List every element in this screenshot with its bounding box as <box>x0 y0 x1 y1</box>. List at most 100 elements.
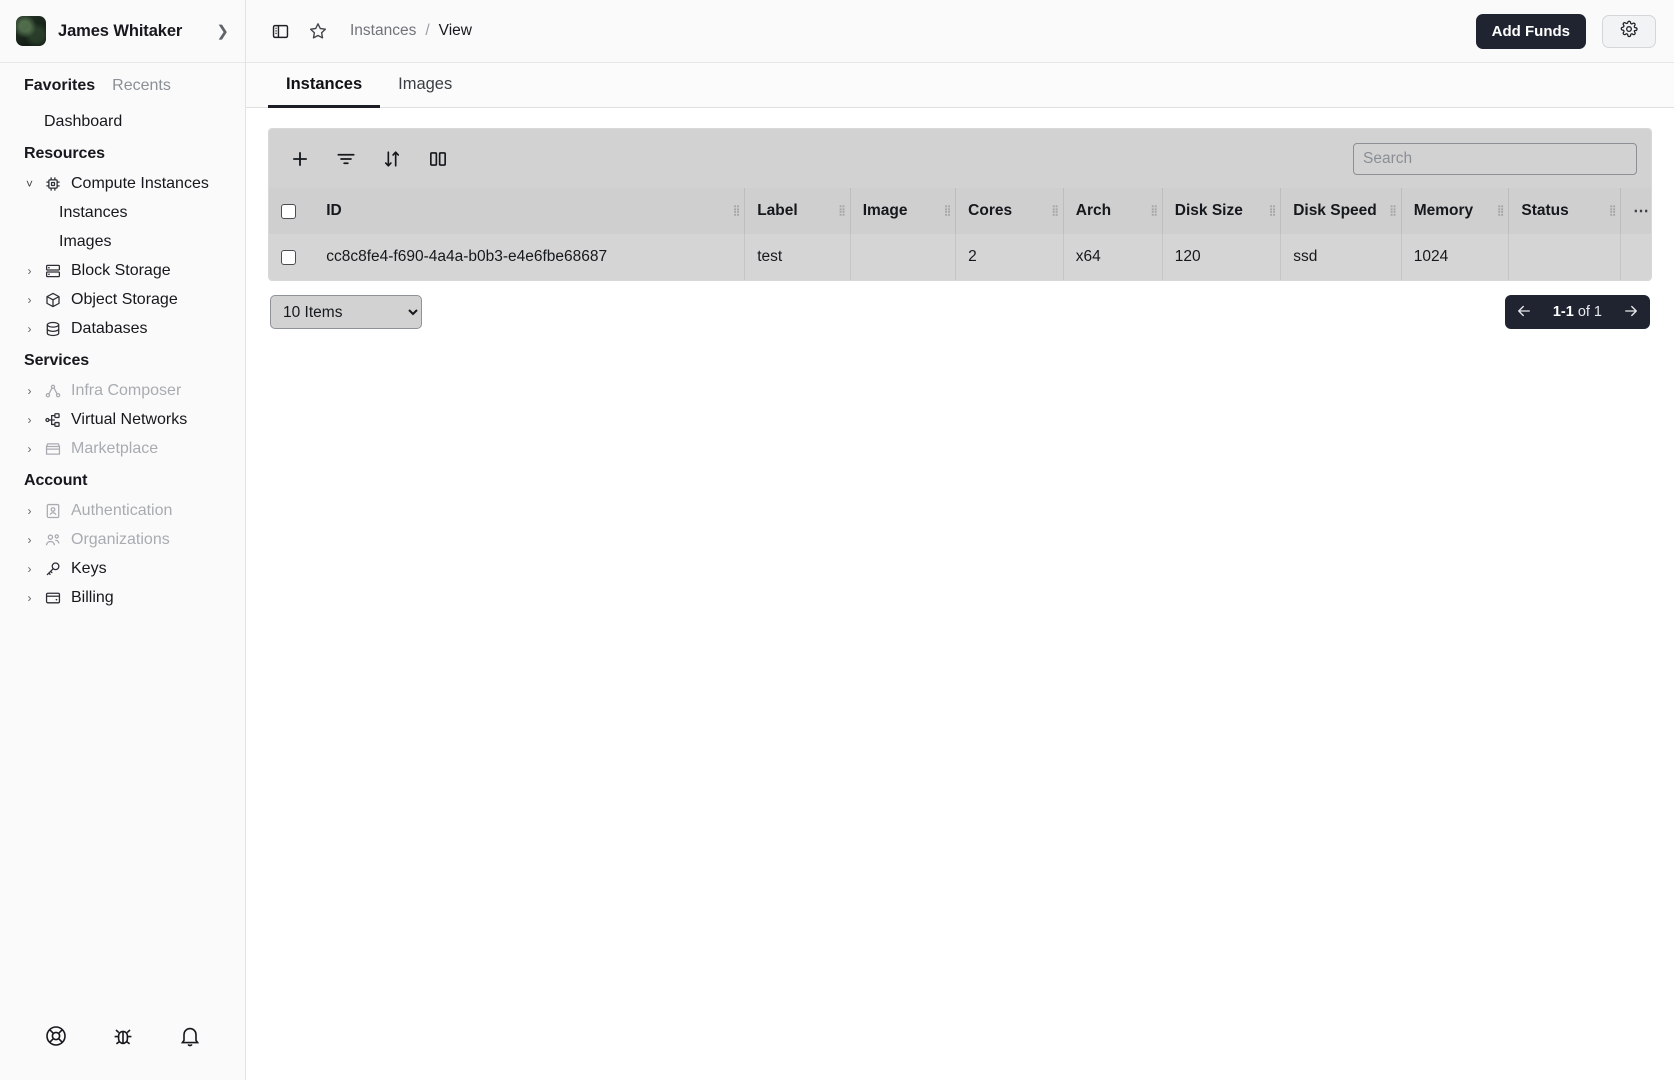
cell-status <box>1509 234 1621 280</box>
content-area: ID⣿ Label⣿ Image⣿ Cores ⣿ Arch⣿ Disk Size… <box>246 108 1674 1080</box>
chevron-right-icon[interactable]: › <box>24 592 35 604</box>
resize-grip[interactable]: ⣿ <box>733 208 739 215</box>
sidebar-item-keys[interactable]: › Keys <box>0 554 245 583</box>
instances-panel: ID⣿ Label⣿ Image⣿ Cores ⣿ Arch⣿ Disk Size… <box>268 128 1652 281</box>
sidebar-item-label: Compute Instances <box>71 175 209 193</box>
storefront-icon <box>44 440 62 458</box>
sort-icon[interactable] <box>377 144 407 174</box>
chevron-right-icon[interactable]: › <box>24 414 35 426</box>
resize-grip[interactable]: ⣿ <box>1150 208 1156 215</box>
column-header-disk-speed[interactable]: Disk Speed ⣿ <box>1281 188 1402 234</box>
gear-icon <box>1620 20 1638 43</box>
sidebar-filter-tabs: Favorites Recents <box>0 77 245 95</box>
tab-favorites[interactable]: Favorites <box>24 77 95 95</box>
row-checkbox[interactable] <box>281 250 296 265</box>
column-header-status[interactable]: Status ⣿ <box>1509 188 1621 234</box>
chevron-right-icon[interactable]: › <box>24 265 35 277</box>
resize-grip[interactable]: ⣿ <box>944 208 950 215</box>
cell-label: test <box>745 234 850 280</box>
select-all-checkbox[interactable] <box>281 204 296 219</box>
cell-overflow <box>1621 234 1651 280</box>
star-icon[interactable] <box>304 17 332 45</box>
column-header-disk-size[interactable]: Disk Size⣿ <box>1162 188 1280 234</box>
search-input[interactable] <box>1353 143 1637 175</box>
page-size-select[interactable]: 10 Items 25 Items 50 Items 100 Items <box>270 295 422 329</box>
page-range-label: 1-1 of 1 <box>1543 304 1612 320</box>
sidebar-subitem-label: Instances <box>59 204 127 222</box>
column-header-cores[interactable]: Cores ⣿ <box>956 188 1064 234</box>
sidebar-subitem-images[interactable]: Images <box>0 227 245 256</box>
sidebar-item-databases[interactable]: › Databases <box>0 314 245 343</box>
sidebar-user-header[interactable]: James Whitaker ❯ <box>0 0 245 63</box>
sidebar: James Whitaker ❯ Favorites Recents Dashb… <box>0 0 246 1080</box>
sidebar-item-object-storage[interactable]: › Object Storage <box>0 285 245 314</box>
chevron-right-icon: › <box>24 443 35 455</box>
resize-grip[interactable]: ⣿ <box>1389 208 1395 215</box>
sidebar-item-billing[interactable]: › Billing <box>0 583 245 612</box>
header-label: Memory <box>1414 202 1473 219</box>
breadcrumb-current: View <box>439 22 472 40</box>
next-page-button[interactable] <box>1612 295 1650 329</box>
table-row[interactable]: cc8c8fe4-f690-4a4a-b0b3-e4e6fbe68687 tes… <box>269 234 1651 280</box>
header-label: Cores <box>968 202 1012 219</box>
sidebar-subitem-label: Images <box>59 233 111 251</box>
prev-page-button[interactable] <box>1505 295 1543 329</box>
chevron-right-icon: › <box>24 385 35 397</box>
column-header-memory[interactable]: Memory ⣿ <box>1401 188 1509 234</box>
network-nodes-icon <box>44 382 62 400</box>
header-label: Status <box>1521 202 1568 219</box>
key-icon <box>44 560 62 578</box>
tab-images[interactable]: Images <box>380 63 470 108</box>
sidebar-item-label: Infra Composer <box>71 382 181 400</box>
header-label: Disk Speed <box>1293 202 1377 219</box>
add-funds-button[interactable]: Add Funds <box>1476 14 1586 49</box>
row-select-cell <box>269 234 314 280</box>
resize-grip[interactable]: ⣿ <box>838 208 844 215</box>
chevron-right-icon[interactable]: › <box>24 294 35 306</box>
resize-grip[interactable]: ⣿ <box>1051 208 1057 215</box>
bug-icon[interactable] <box>111 1024 135 1048</box>
table-header: ID⣿ Label⣿ Image⣿ Cores ⣿ Arch⣿ Disk Size… <box>269 188 1651 234</box>
resize-grip[interactable]: ⣿ <box>1269 208 1275 215</box>
sidebar-item-dashboard[interactable]: Dashboard <box>0 107 245 136</box>
cpu-chip-icon <box>44 175 62 193</box>
main-area: Instances / View Add Funds Instances <box>246 0 1674 1080</box>
resize-grip[interactable]: ⣿ <box>1609 208 1615 215</box>
chevron-right-icon[interactable]: › <box>24 323 35 335</box>
add-icon[interactable] <box>285 144 315 174</box>
column-header-image[interactable]: Image⣿ <box>850 188 955 234</box>
avatar <box>16 16 46 46</box>
columns-icon[interactable] <box>423 144 453 174</box>
column-header-arch[interactable]: Arch⣿ <box>1063 188 1162 234</box>
select-all-header <box>269 188 314 234</box>
instances-table: ID⣿ Label⣿ Image⣿ Cores ⣿ Arch⣿ Disk Size… <box>269 188 1651 280</box>
sidebar-section-resources: Resources <box>0 136 245 169</box>
resize-grip[interactable]: ⣿ <box>1497 208 1503 215</box>
id-badge-icon <box>44 502 62 520</box>
life-buoy-icon[interactable] <box>44 1024 68 1048</box>
sidebar-item-virtual-networks[interactable]: › Virtual Networks <box>0 405 245 434</box>
filter-icon[interactable] <box>331 144 361 174</box>
sidebar-item-compute-instances[interactable]: ˅ Compute Instances <box>0 169 245 198</box>
tab-instances[interactable]: Instances <box>268 63 380 108</box>
sidebar-item-label: Dashboard <box>44 113 122 131</box>
tab-label: Images <box>398 75 452 94</box>
column-header-id[interactable]: ID⣿ <box>314 188 745 234</box>
tab-recents[interactable]: Recents <box>112 77 171 95</box>
breadcrumb-parent[interactable]: Instances <box>350 22 416 40</box>
bell-icon[interactable] <box>178 1024 202 1048</box>
settings-button[interactable] <box>1602 15 1656 48</box>
sidebar-item-block-storage[interactable]: › Block Storage <box>0 256 245 285</box>
chevron-right-icon: › <box>24 505 35 517</box>
chevron-right-icon[interactable]: ❯ <box>216 24 231 39</box>
chevron-down-icon[interactable]: ˅ <box>24 178 35 190</box>
column-options-button[interactable]: ⋯ <box>1621 188 1651 234</box>
column-header-label[interactable]: Label⣿ <box>745 188 850 234</box>
sidebar-item-label: Databases <box>71 320 148 338</box>
panel-toggle-icon[interactable] <box>266 17 294 45</box>
chevron-right-icon[interactable]: › <box>24 563 35 575</box>
network-hierarchy-icon <box>44 411 62 429</box>
sidebar-subitem-instances[interactable]: Instances <box>0 198 245 227</box>
sidebar-item-label: Object Storage <box>71 291 178 309</box>
wallet-icon <box>44 589 62 607</box>
